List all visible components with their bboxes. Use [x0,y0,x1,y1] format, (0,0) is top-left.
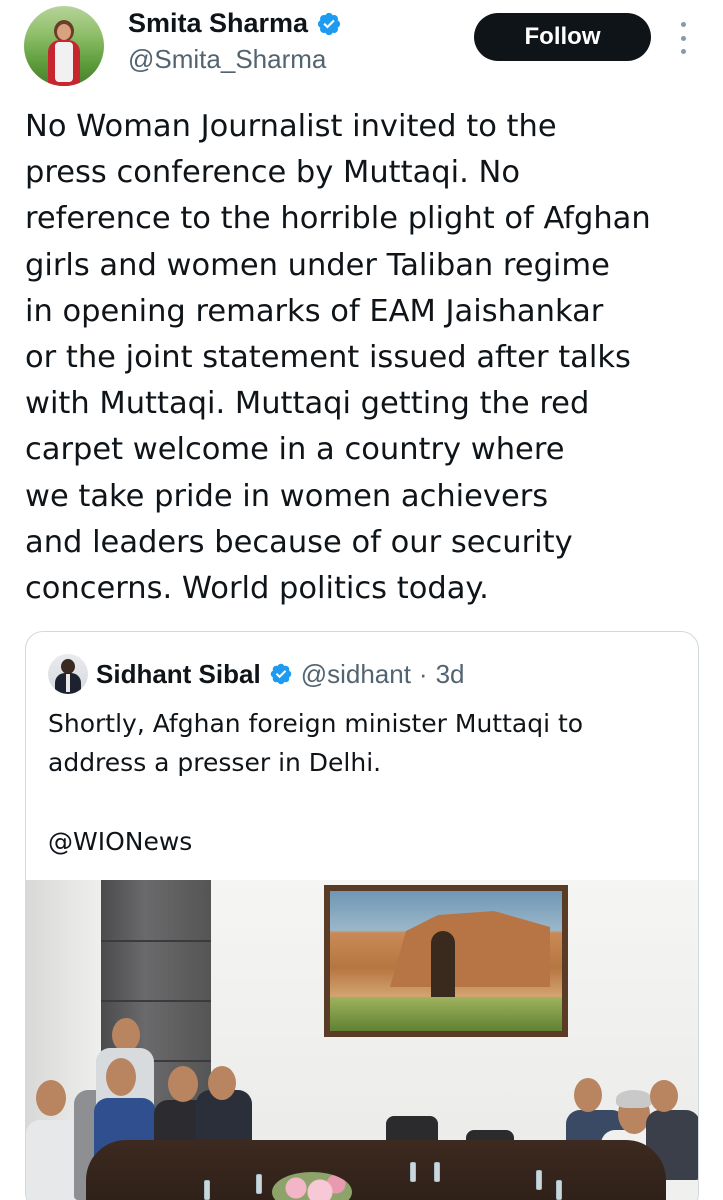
more-vertical-icon[interactable] [672,22,694,54]
follow-button[interactable]: Follow [474,13,651,61]
verified-badge-icon [270,663,291,685]
quoted-tweet-mention[interactable]: @WIONews [48,822,192,861]
bamiyan-painting [330,891,562,1031]
more-dot [680,35,686,41]
tweet-header: Smita Sharma @Smita_Sharma Follow [0,0,723,100]
more-dot [680,49,686,54]
tweet-text: No Woman Journalist invited to the press… [25,109,651,607]
painting-ground [330,997,562,1031]
water-bottle [410,1162,416,1182]
person-head [650,1080,678,1112]
water-bottle [434,1162,440,1182]
painting-cliff [390,911,550,987]
quoted-tweet-header: Sidhant Sibal @sidhant · 3d [48,654,465,694]
person-head [208,1066,236,1100]
person-head [168,1066,198,1102]
conference-room-photo[interactable] [26,880,698,1200]
painting-frame [324,885,568,1037]
time-separator: · [418,658,428,689]
person-head [112,1018,140,1052]
quoted-avatar-head [61,659,75,674]
conference-table [86,1140,666,1200]
author-name-row: Smita Sharma [128,8,342,39]
painting-buddha-niche [431,931,455,997]
water-bottle [556,1180,562,1200]
quoted-avatar-shirt [66,674,70,692]
quoted-author-handle[interactable]: @sidhant [301,659,411,690]
person-hair [616,1090,652,1108]
author-avatar[interactable] [24,6,104,86]
person-head [574,1078,602,1112]
quoted-tweet-time[interactable]: 3d [436,659,465,690]
quoted-tweet-text: Shortly, Afghan foreign minister Muttaqi… [48,709,584,777]
author-display-name[interactable]: Smita Sharma [128,8,308,39]
author-handle[interactable]: @Smita_Sharma [128,44,326,75]
more-dot [680,22,686,27]
quoted-author-avatar[interactable] [48,654,88,694]
verified-badge-icon [317,12,341,35]
person-head [106,1058,136,1096]
avatar-scarf [55,42,73,82]
water-bottle [536,1170,542,1190]
water-bottle [256,1174,262,1194]
water-bottle [204,1180,210,1200]
avatar-face [57,24,71,40]
person-head [36,1080,66,1116]
quoted-tweet-card[interactable]: Sidhant Sibal @sidhant · 3d Shortly, Afg… [25,631,699,1200]
quoted-author-name[interactable]: Sidhant Sibal [96,659,261,690]
